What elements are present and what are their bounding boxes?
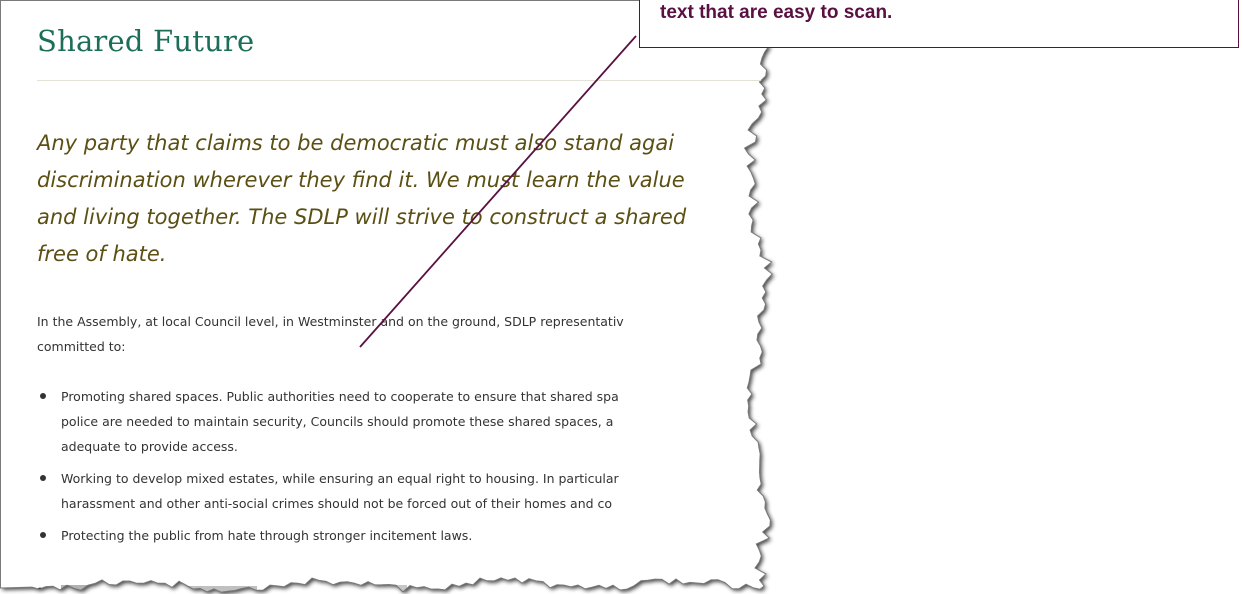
list-item-line: police are needed to maintain security, … (61, 414, 614, 429)
lead-line: committed to: (37, 339, 126, 354)
commitments-list: Promoting shared spaces. Public authorit… (37, 384, 619, 555)
page-title: Shared Future (37, 24, 255, 58)
article-content: Shared Future Any party that claims to b… (0, 0, 790, 594)
list-item-line: Promoting shared spaces. Public authorit… (61, 389, 619, 404)
list-item: Protecting the public from hate through … (37, 523, 619, 548)
torn-screenshot-panel: Shared Future Any party that claims to b… (0, 0, 790, 594)
title-divider (37, 80, 777, 81)
callout-text: text that are easy to scan. (660, 2, 893, 23)
screenshot-stage: Shared Future Any party that claims to b… (0, 0, 1243, 594)
bullet-icon (40, 475, 46, 481)
intro-line: discrimination wherever they find it. We… (37, 168, 685, 192)
annotation-callout: text that are easy to scan. (639, 0, 1239, 48)
intro-line: free of hate. (37, 242, 167, 266)
list-item: Promoting shared spaces. Public authorit… (37, 384, 619, 459)
lead-paragraph: In the Assembly, at local Council level,… (37, 309, 624, 359)
list-item: Working to develop mixed estates, while … (37, 466, 619, 516)
list-item-line: harassment and other anti-social crimes … (61, 496, 613, 511)
intro-line: and living together. The SDLP will striv… (37, 205, 687, 229)
bullet-icon (40, 393, 46, 399)
list-item-line: Working to develop mixed estates, while … (61, 471, 619, 486)
list-item-line: Protecting the public from hate through … (61, 528, 473, 543)
lead-line: In the Assembly, at local Council level,… (37, 314, 624, 329)
bullet-icon (40, 532, 46, 538)
intro-line: Any party that claims to be democratic m… (37, 131, 675, 155)
intro-paragraph: Any party that claims to be democratic m… (37, 125, 790, 273)
list-item-line: adequate to provide access. (61, 439, 238, 454)
